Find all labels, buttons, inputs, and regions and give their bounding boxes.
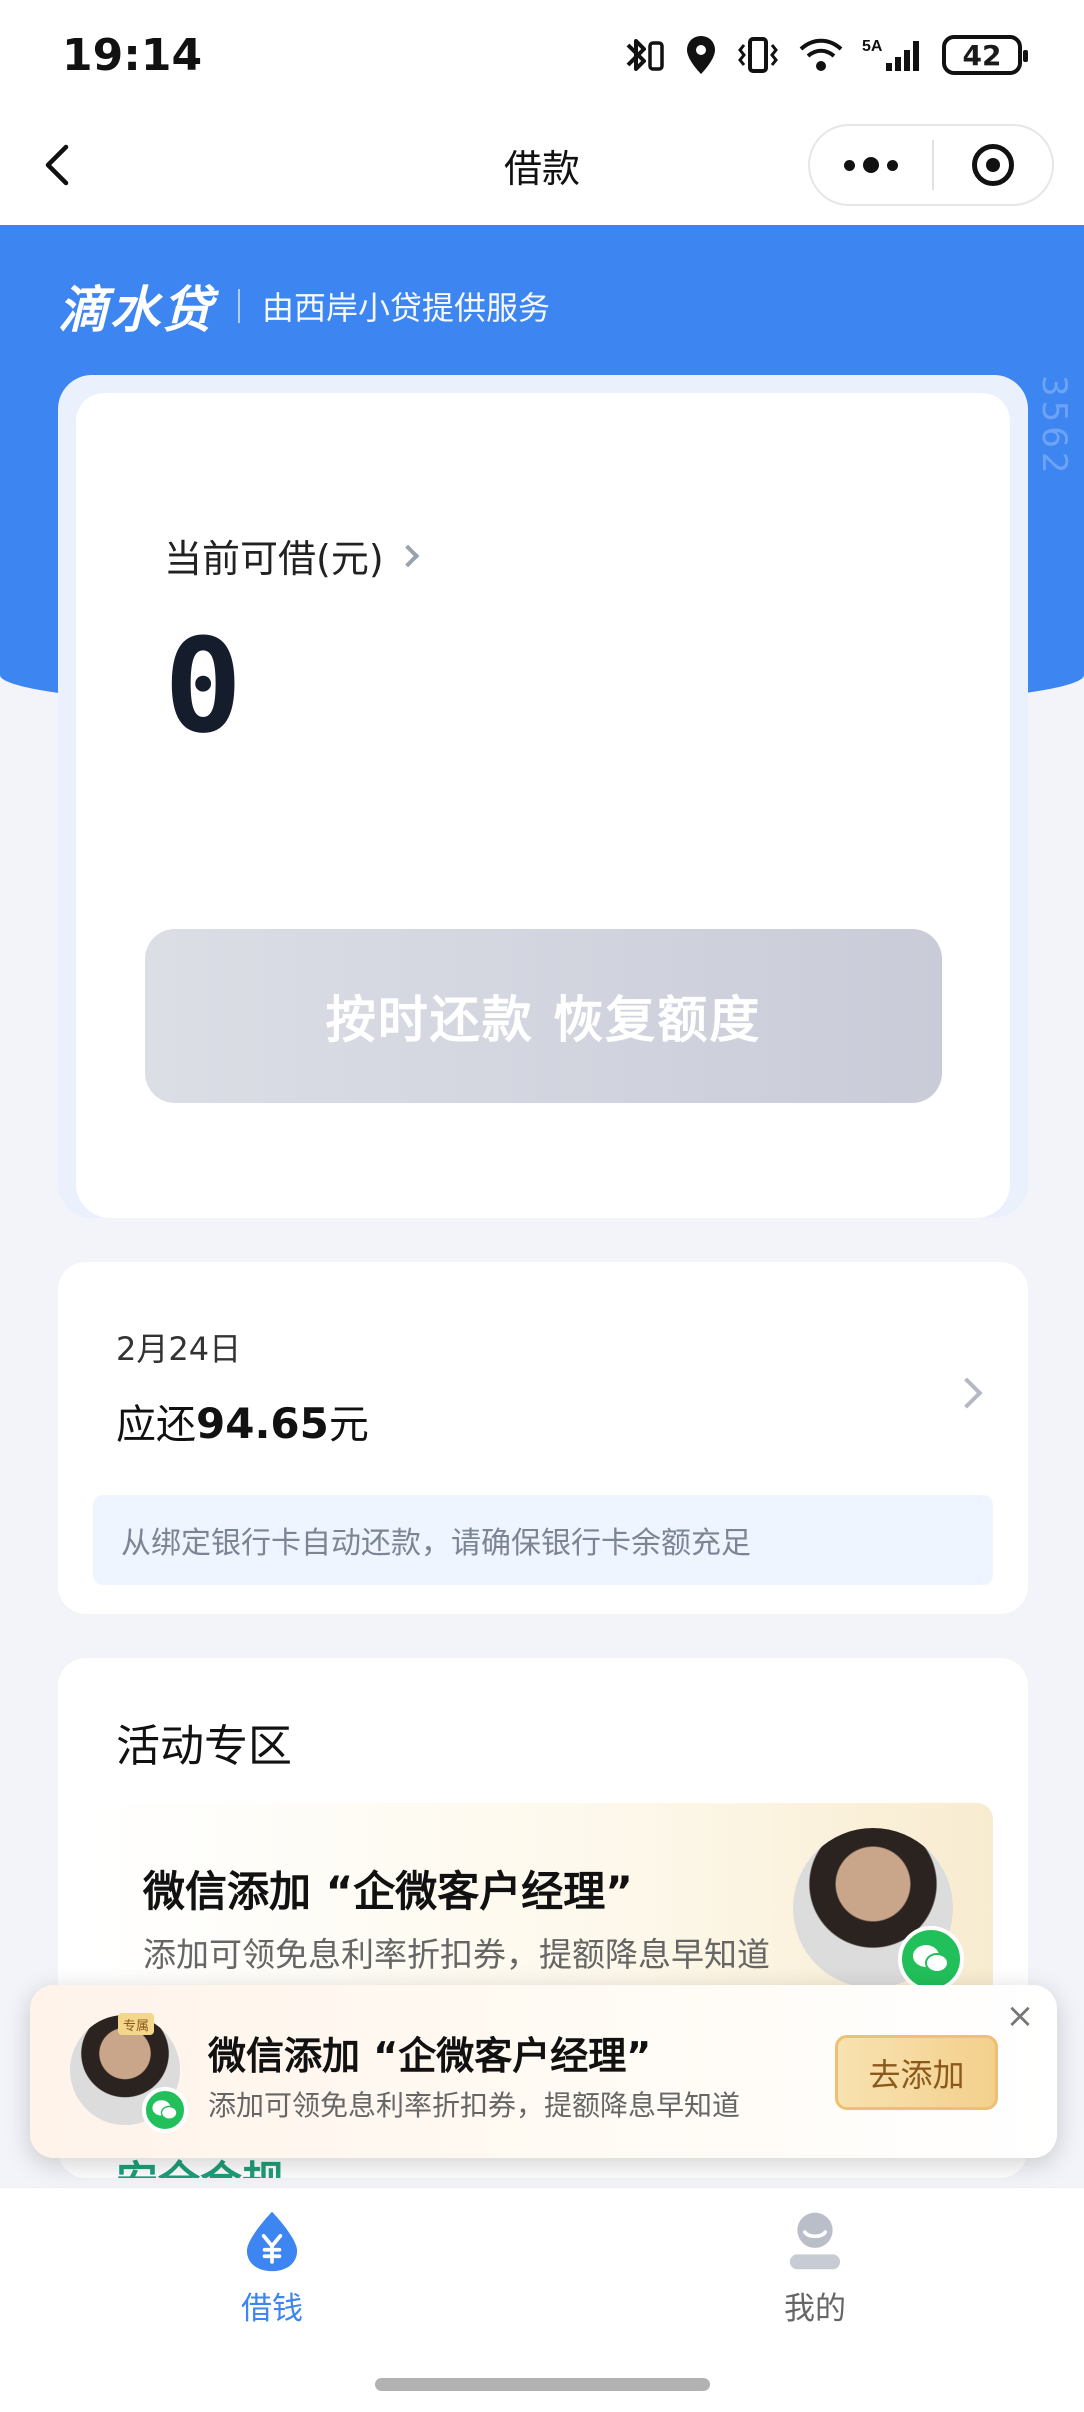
wechat-icon — [898, 1926, 964, 1992]
exclusive-tag: 专属 — [118, 2013, 154, 2035]
tab-borrow-label: 借钱 — [241, 2291, 303, 2327]
bill-date: 2月24日 — [116, 1330, 242, 1368]
user-icon — [789, 2212, 841, 2270]
available-credit-label[interactable]: 当前可借(元) — [164, 528, 419, 583]
close-icon[interactable]: × — [995, 1991, 1045, 2041]
close-mini-program-button[interactable] — [934, 126, 1052, 204]
available-credit-text: 当前可借(元) — [164, 537, 384, 581]
tab-borrow[interactable]: 借钱 — [172, 2208, 372, 2328]
chevron-right-icon — [396, 544, 419, 567]
home-indicator[interactable] — [375, 2378, 710, 2391]
wifi-icon — [799, 38, 843, 71]
bill-note: 从绑定银行卡自动还款，请确保银行卡余额充足 — [93, 1495, 993, 1585]
mini-program-capsule — [808, 124, 1054, 206]
wechat-add-popup[interactable]: 专属 微信添加 “企微客户经理” 添加可领免息利率折扣券，提额降息早知道 去添加… — [30, 1985, 1057, 2158]
brand-divider — [238, 289, 240, 323]
chevron-right-icon[interactable] — [951, 1377, 983, 1409]
activity-title: 活动专区 — [116, 1721, 292, 1772]
vibrate-icon — [738, 37, 778, 73]
manager-avatar — [793, 1828, 964, 1992]
battery-level: 42 — [962, 38, 1002, 72]
bluetooth-icon — [626, 39, 664, 71]
status-bar: 19:14 5A 42 — [0, 0, 1084, 110]
svg-text:5A: 5A — [862, 38, 883, 55]
bill-card[interactable]: 2月24日 应还94.65元 从绑定银行卡自动还款，请确保银行卡余额充足 — [58, 1262, 1028, 1614]
popup-subtitle: 添加可领免息利率折扣券，提额降息早知道 — [208, 2089, 741, 2122]
battery-icon: 42 — [942, 35, 1028, 75]
add-wechat-button[interactable]: 去添加 — [835, 2035, 998, 2110]
tab-mine-label: 我的 — [784, 2291, 846, 2327]
location-icon — [687, 36, 715, 74]
brand-logo: 滴水贷 — [58, 281, 214, 339]
nav-bar: 借款 — [0, 110, 1084, 225]
bill-due-value: 94.65 — [196, 1399, 329, 1448]
status-icons: 5A 42 — [622, 30, 1028, 80]
signal-5g-icon: 5A — [862, 38, 919, 71]
promo-title: 微信添加 “企微客户经理” — [143, 1867, 633, 1916]
watermark: 3562 — [1034, 375, 1074, 478]
bill-due-amount: 应还94.65元 — [116, 1392, 369, 1450]
promo-subtitle: 添加可领免息利率折扣券，提额降息早知道 — [143, 1935, 770, 1974]
brand: 滴水贷 由西岸小贷提供服务 — [58, 270, 550, 342]
brand-subtitle: 由西岸小贷提供服务 — [262, 289, 551, 327]
bill-due-prefix: 应还 — [116, 1402, 196, 1448]
wechat-icon — [142, 2087, 188, 2133]
tab-mine[interactable]: 我的 — [715, 2208, 915, 2328]
repay-restore-button[interactable]: 按时还款 恢复额度 — [145, 929, 942, 1103]
status-time: 19:14 — [62, 30, 203, 81]
bill-due-suffix: 元 — [328, 1402, 369, 1448]
target-icon — [972, 144, 1014, 186]
available-credit-amount: 0 — [164, 610, 243, 762]
popup-title: 微信添加 “企微客户经理” — [208, 2034, 652, 2078]
more-dots-icon[interactable] — [810, 126, 932, 204]
yuan-drop-icon — [246, 2211, 298, 2272]
